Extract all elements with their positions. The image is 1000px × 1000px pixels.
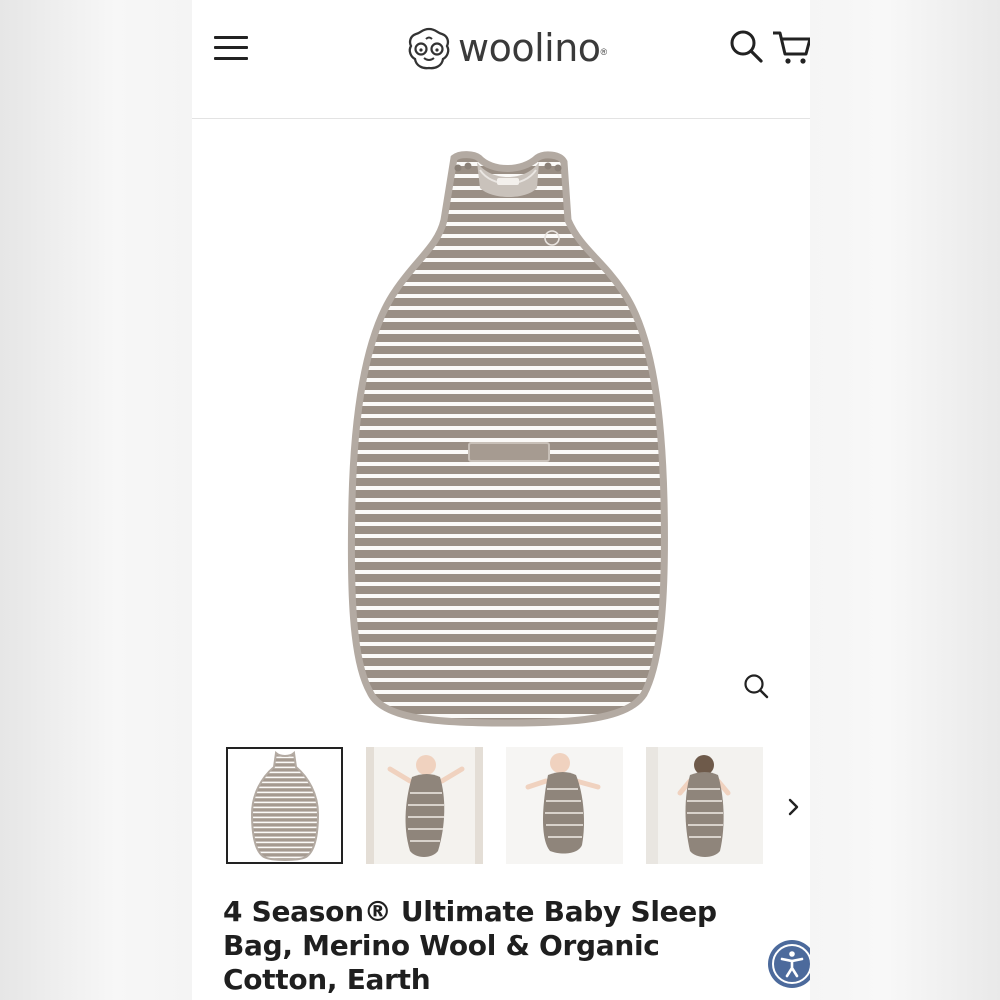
thumbnail-baby-in-sleep-bag-3[interactable] bbox=[646, 747, 763, 864]
thumbnail-baby-in-sleep-bag-1[interactable] bbox=[366, 747, 483, 864]
product-main-image[interactable] bbox=[192, 120, 810, 730]
registered-mark: ® bbox=[600, 47, 608, 57]
site-header: woolino ® bbox=[192, 0, 810, 119]
brand-name: woolino bbox=[458, 26, 601, 70]
search-icon[interactable] bbox=[728, 28, 766, 66]
thumbnail-strip bbox=[192, 745, 810, 865]
accessibility-icon[interactable] bbox=[768, 940, 810, 988]
sheep-logo-icon bbox=[408, 27, 450, 70]
zoom-icon[interactable] bbox=[740, 670, 774, 704]
thumbnail-sleep-bag-flat[interactable] bbox=[226, 747, 343, 864]
background-right bbox=[810, 0, 1000, 1000]
thumbnail-baby-in-sleep-bag-2[interactable] bbox=[506, 747, 623, 864]
background-left bbox=[0, 0, 192, 1000]
shopping-cart-icon[interactable] bbox=[772, 28, 810, 68]
chevron-right-icon[interactable] bbox=[782, 793, 806, 821]
brand-logo[interactable]: woolino ® bbox=[406, 24, 607, 72]
hamburger-menu-icon[interactable] bbox=[212, 32, 250, 64]
product-title: 4 Season® Ultimate Baby Sleep Bag, Merin… bbox=[223, 895, 717, 996]
phone-screen: woolino ® 4 Season® Ultimate Baby Sleep … bbox=[192, 0, 810, 1000]
